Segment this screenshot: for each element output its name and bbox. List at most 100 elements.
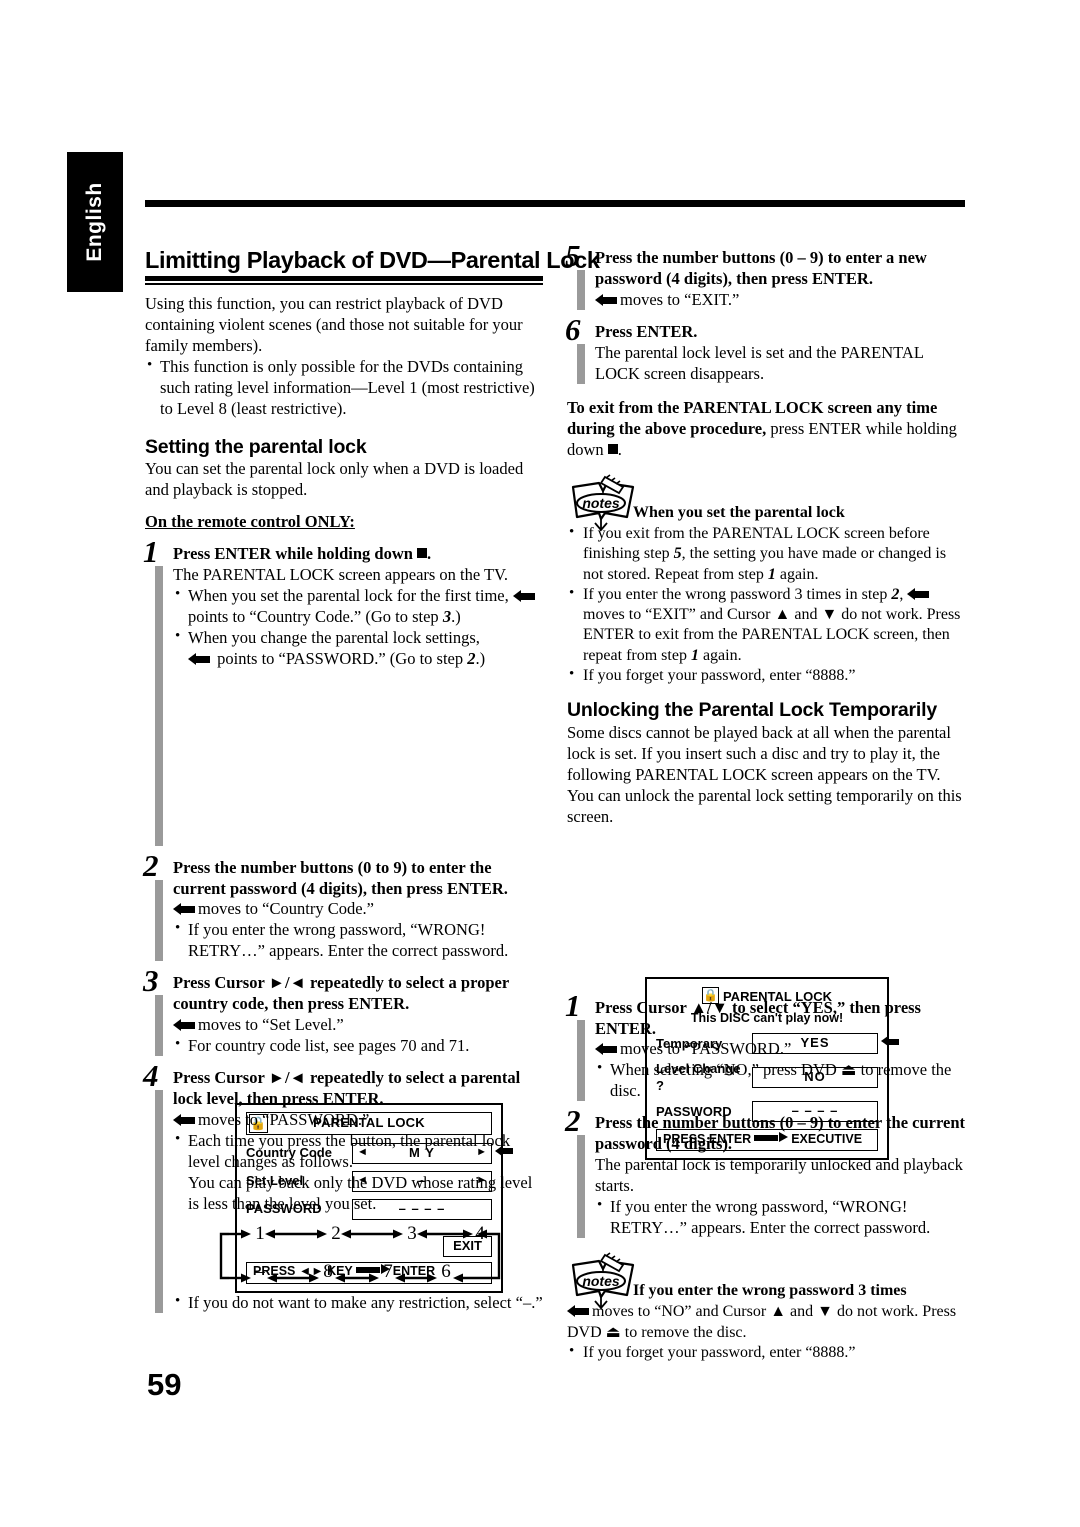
unlock-step-1: 1 Press Cursor ▲/▼ to select “YES,” then… xyxy=(565,990,965,1103)
level-value: 6 xyxy=(441,1260,451,1282)
notes-block-2: notes If you enter the wrong password 3 … xyxy=(567,1252,965,1363)
right-column: 5 Press the number buttons (0 – 9) to en… xyxy=(565,240,965,1363)
step-4: 4 Press Cursor ►/◄ repeatedly to select … xyxy=(143,1060,543,1314)
step-heading-text: Press ENTER while holding down xyxy=(173,543,413,563)
step-moves-to: moves to “PASSWORD.” xyxy=(173,1110,543,1131)
notes-block-1: notes When you set the parental lock If … xyxy=(567,473,965,687)
level-value: 4 xyxy=(475,1222,485,1244)
left-arrow-icon xyxy=(907,587,930,601)
step-bullets: If you enter the wrong password, “WRONG!… xyxy=(595,1196,965,1239)
step-moves-to: moves to “Country Code.” xyxy=(173,899,543,920)
level-value: 1 xyxy=(255,1222,265,1244)
bullet-text-cont: You can play back only the DVD whose rat… xyxy=(188,1172,533,1213)
page-number: 59 xyxy=(147,1367,182,1402)
step-rule xyxy=(577,1019,585,1102)
intro-bullet-list: This function is only possible for the D… xyxy=(145,356,543,420)
left-arrow-icon xyxy=(188,652,210,666)
setting-heading: Setting the parental lock xyxy=(145,435,367,458)
page-title: Limitting Playback of DVD—Parental Lock xyxy=(145,247,600,273)
left-arrow-icon xyxy=(567,1305,589,1318)
step-heading: Press Cursor ►/◄ repeatedly to select a … xyxy=(173,973,509,1014)
step-bullets: Each time you press the button, the pare… xyxy=(173,1130,543,1215)
list-item: For country code list, see pages 70 and … xyxy=(173,1035,543,1057)
step-bullets-2: If you do not want to make any restricti… xyxy=(173,1292,543,1314)
bullet-text-a: When you change the parental lock settin… xyxy=(188,627,480,647)
manual-page: English Limitting Playback of DVD—Parent… xyxy=(0,0,1080,1527)
unlocking-intro: Some discs cannot be played back at all … xyxy=(567,722,962,826)
unlock-step-2: 2 Press the number buttons (0 – 9) to en… xyxy=(565,1105,965,1239)
step-number: 2 xyxy=(143,847,159,883)
step-body: The parental lock is temporarily unlocke… xyxy=(595,1155,963,1196)
left-arrow-icon xyxy=(173,1114,195,1127)
step-ref: 5 xyxy=(673,545,682,563)
list-item: If you forget your password, enter “8888… xyxy=(567,665,965,686)
step-heading: Press the number buttons (0 – 9) to ente… xyxy=(595,248,927,288)
step-rule xyxy=(577,343,585,384)
step-ref: 1 xyxy=(767,565,776,583)
step-bullets: If you enter the wrong password, “WRONG!… xyxy=(173,919,543,962)
level-value: 8 xyxy=(323,1260,333,1282)
step-heading: Press the number buttons (0 to 9) to ent… xyxy=(173,857,508,898)
bullet-text: Each time you press the button, the pare… xyxy=(188,1131,511,1171)
list-item: When you change the parental lock settin… xyxy=(173,627,543,670)
step-ref: 1 xyxy=(690,646,699,664)
left-column: Limitting Playback of DVD—Parental Lock … xyxy=(143,247,600,1314)
notes-body: If you exit from the PARENTAL LOCK scree… xyxy=(567,523,965,687)
tv-screen-2-holder: 🔒 PARENTAL LOCK This DISC can't play now… xyxy=(567,835,965,1161)
step-bullets: When you set the parental lock for the f… xyxy=(173,585,543,670)
step-rule xyxy=(155,995,163,1057)
step-ref: 2 xyxy=(467,648,476,668)
step-3: 3 Press Cursor ►/◄ repeatedly to select … xyxy=(143,965,543,1057)
notes-heading: If you enter the wrong password 3 times xyxy=(633,1282,907,1300)
list-item: If you enter the wrong password, “WRONG!… xyxy=(173,919,543,962)
list-item: Each time you press the button, the pare… xyxy=(173,1130,543,1215)
note-text-d: again. xyxy=(702,646,742,664)
moves-to-text: moves to “PASSWORD.” xyxy=(620,1039,792,1059)
step-body: The parental lock level is set and the P… xyxy=(595,342,924,383)
list-item: If you enter the wrong password, “WRONG!… xyxy=(595,1196,965,1239)
level-value: 3 xyxy=(407,1222,417,1244)
moves-to-text: moves to “PASSWORD.” xyxy=(198,1110,370,1130)
intro-paragraph: Using this function, you can restrict pl… xyxy=(145,293,523,355)
step-heading: Press the number buttons (0 – 9) to ente… xyxy=(595,1113,965,1154)
bullet-text-c: .) xyxy=(451,606,461,626)
step-number: 2 xyxy=(565,1103,581,1139)
step-number: 5 xyxy=(565,238,581,273)
step-number: 3 xyxy=(143,963,159,999)
step-rule xyxy=(155,565,163,846)
bullet-text-b: points to “PASSWORD.” (Go to step xyxy=(217,648,464,668)
left-arrow-icon xyxy=(173,1019,195,1032)
step-6: 6 Press ENTER. The parental lock level i… xyxy=(565,314,965,385)
moves-to-text: moves to “EXIT.” xyxy=(620,289,740,309)
step-rule xyxy=(577,1135,585,1239)
level-value: 7 xyxy=(383,1260,393,1282)
bullet-text-c: .) xyxy=(475,648,486,668)
moves-to-text: moves to “Set Level.” xyxy=(198,1015,344,1035)
step-number: 4 xyxy=(143,1058,159,1094)
step-rule xyxy=(577,270,585,310)
left-arrow-icon xyxy=(173,903,195,916)
title-underline xyxy=(145,275,543,285)
step-heading: Press ENTER while holding down . xyxy=(173,544,543,565)
left-arrow-icon xyxy=(595,293,617,307)
language-tab: English xyxy=(67,152,123,292)
step-ref: 3 xyxy=(442,606,452,626)
step-heading-suffix: . xyxy=(427,543,432,563)
step-moves-to: moves to “EXIT.” xyxy=(595,290,965,311)
step-5: 5 Press the number buttons (0 – 9) to en… xyxy=(565,240,965,311)
step-bullets: For country code list, see pages 70 and … xyxy=(173,1035,543,1057)
bullet-text-a: When you set the parental lock for the f… xyxy=(188,585,509,605)
remote-only-heading: On the remote control ONLY: xyxy=(145,511,355,531)
list-item: If you do not want to make any restricti… xyxy=(173,1292,543,1314)
list-item: If you enter the wrong password 3 times … xyxy=(567,584,965,666)
svg-text:notes: notes xyxy=(582,495,620,511)
stop-square-icon xyxy=(417,547,428,558)
top-divider xyxy=(145,200,965,207)
note-text-a: If you enter the wrong password 3 times … xyxy=(583,585,888,603)
bullet-text-b: points to “Country Code.” (Go to step xyxy=(188,606,439,626)
unlocking-heading: Unlocking the Parental Lock Temporarily xyxy=(567,699,938,722)
step-rule xyxy=(155,879,163,962)
list-item: If you forget your password, enter “8888… xyxy=(567,1342,965,1363)
step-number: 6 xyxy=(565,311,581,347)
step-body: The PARENTAL LOCK screen appears on the … xyxy=(173,564,509,584)
